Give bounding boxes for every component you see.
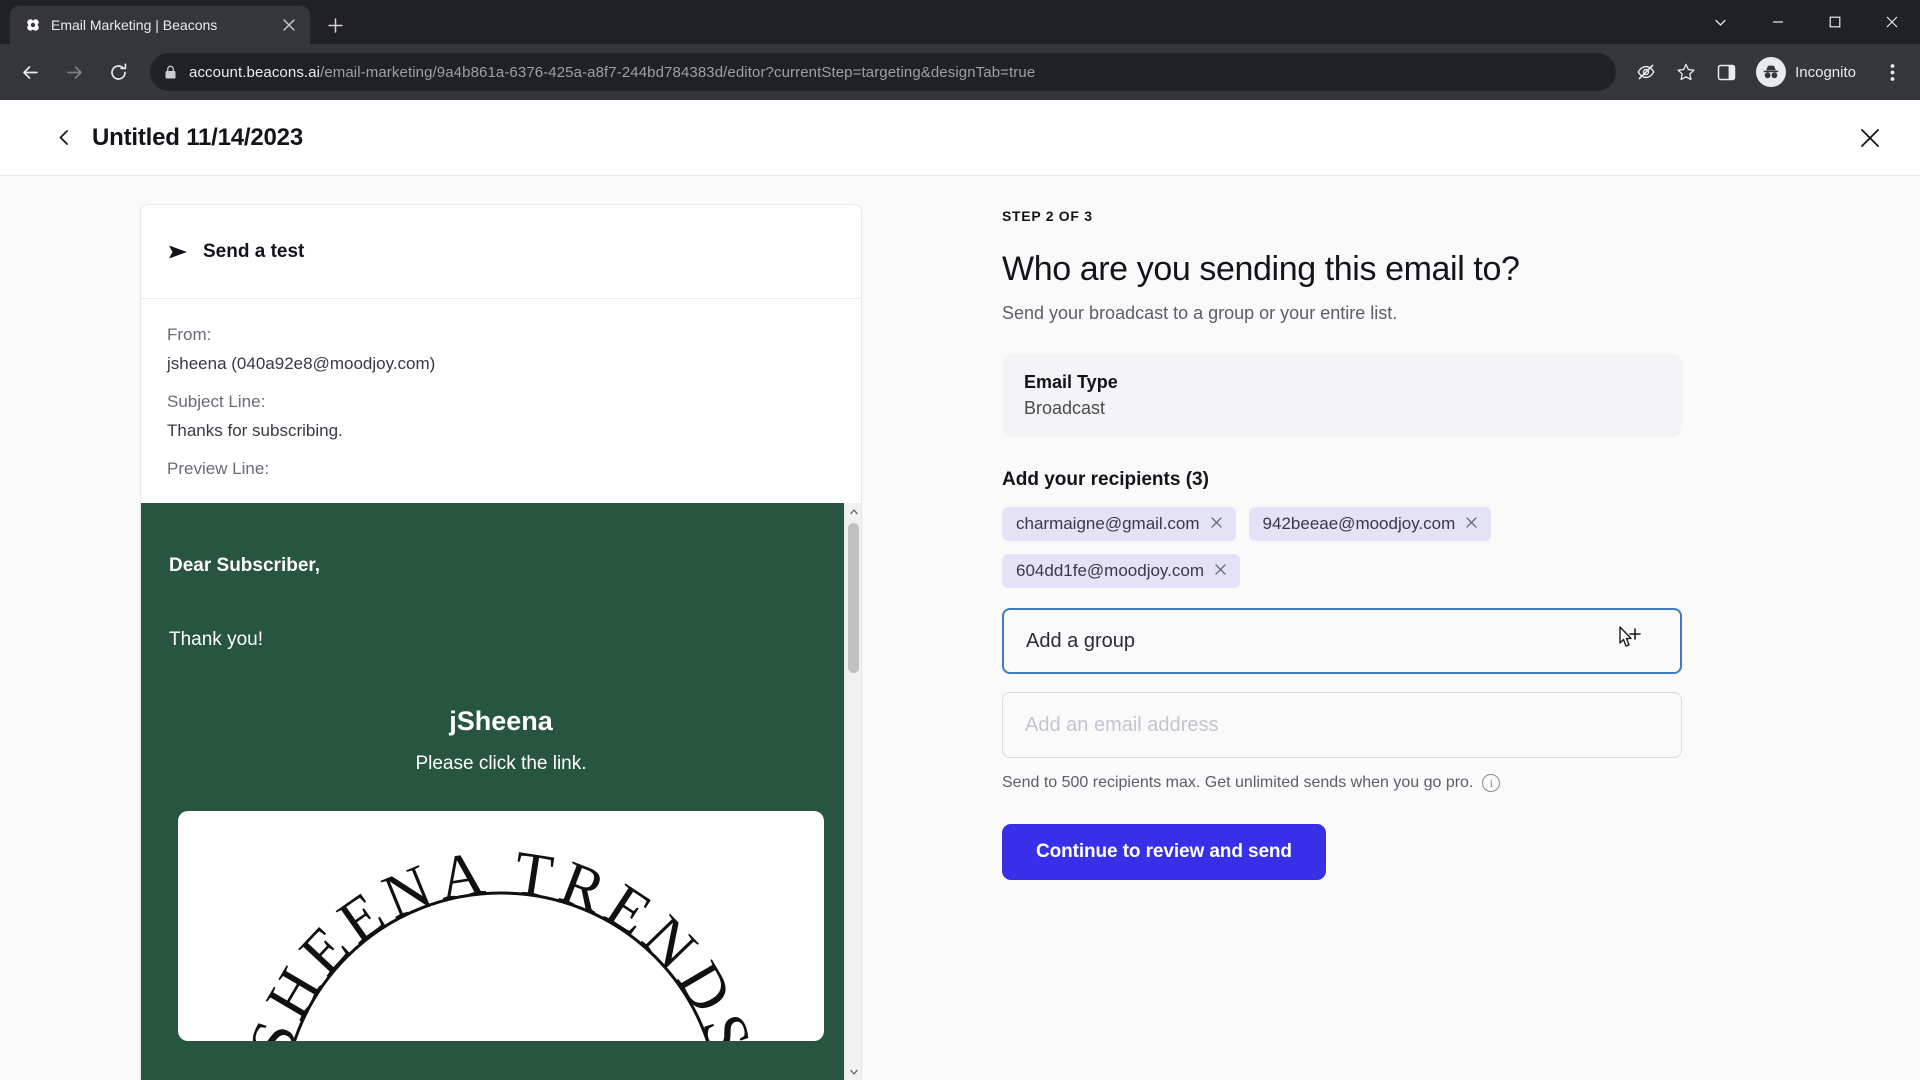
eye-slash-icon[interactable] xyxy=(1628,54,1664,90)
back-chevron-icon[interactable] xyxy=(48,122,80,154)
browser-toolbar: account.beacons.ai/email-marketing/9a4b8… xyxy=(0,44,1920,100)
window-controls xyxy=(1692,0,1920,44)
subject-label: Subject Line: xyxy=(167,391,266,411)
recipient-chip-list: charmaigne@gmail.com 942beeae@moodjoy.co… xyxy=(1002,507,1692,588)
email-preview-scrollbar[interactable] xyxy=(844,503,861,1080)
reload-icon[interactable] xyxy=(98,52,138,92)
web-page: Untitled 11/14/2023 Send a test From: js… xyxy=(0,100,1920,1080)
close-x-icon[interactable] xyxy=(1850,118,1890,158)
step-indicator: STEP 2 OF 3 xyxy=(1002,208,1093,224)
tab-close-icon[interactable] xyxy=(278,14,300,36)
profile-incognito-chip[interactable]: Incognito xyxy=(1752,54,1870,90)
three-dot-menu-icon[interactable] xyxy=(1874,54,1910,90)
preview-line-label: Preview Line: xyxy=(167,458,270,478)
minimize-icon[interactable] xyxy=(1749,0,1806,44)
url-path: /email-marketing/9a4b861a-6376-425a-a8f7… xyxy=(320,63,1036,81)
email-body-preview: Dear Subscriber, Thank you! jSheena Plea… xyxy=(141,503,861,1080)
add-an-email-address-input[interactable]: Add an email address xyxy=(1002,692,1682,758)
new-tab-plus-icon[interactable] xyxy=(318,8,352,42)
scroll-up-arrow-icon[interactable] xyxy=(845,503,861,520)
chip-remove-icon[interactable] xyxy=(1210,516,1222,532)
recipient-chip[interactable]: 604dd1fe@moodjoy.com xyxy=(1002,554,1240,588)
page-title: Untitled 11/14/2023 xyxy=(92,123,303,151)
targeting-title: Who are you sending this email to? xyxy=(1002,250,1520,288)
info-circle-icon[interactable]: i xyxy=(1482,774,1501,792)
email-logo-image: SHEENA TRENDS xyxy=(178,811,824,1042)
back-arrow-icon[interactable] xyxy=(10,52,50,92)
email-meta-block: From: jsheena (040a92e8@moodjoy.com) Sub… xyxy=(141,299,861,503)
mouse-cursor-pointer-icon xyxy=(1614,624,1644,658)
email-type-label: Email Type xyxy=(1024,372,1118,392)
recipient-email: charmaigne@gmail.com xyxy=(1016,514,1200,533)
send-a-test-button[interactable]: Send a test xyxy=(141,205,861,299)
svg-text:SHEENA TRENDS: SHEENA TRENDS xyxy=(236,839,766,1041)
recipient-email: 942beeae@moodjoy.com xyxy=(1262,514,1456,533)
url-domain: account.beacons.ai xyxy=(189,63,321,81)
subject-value: Thanks for subscribing. xyxy=(167,420,343,440)
window-close-icon[interactable] xyxy=(1863,0,1920,44)
from-value: jsheena (040a92e8@moodjoy.com) xyxy=(167,353,436,373)
star-icon[interactable] xyxy=(1668,54,1704,90)
add-a-group-placeholder: Add a group xyxy=(1026,629,1135,652)
helper-text: Send to 500 recipients max. Get unlimite… xyxy=(1002,774,1474,791)
address-bar[interactable]: account.beacons.ai/email-marketing/9a4b8… xyxy=(150,53,1617,91)
recipients-heading: Add your recipients (3) xyxy=(1002,469,1209,490)
email-preview-card: Send a test From: jsheena (040a92e8@mood… xyxy=(140,204,862,1080)
recipients-helper-text: Send to 500 recipients max. Get unlimite… xyxy=(1002,774,1692,792)
forward-arrow-icon[interactable] xyxy=(54,52,94,92)
email-greeting: Dear Subscriber, xyxy=(169,555,321,577)
continue-to-review-and-send-button[interactable]: Continue to review and send xyxy=(1002,824,1326,880)
side-panel-icon[interactable] xyxy=(1708,54,1744,90)
recipient-chip[interactable]: 942beeae@moodjoy.com xyxy=(1248,507,1492,541)
targeting-panel: STEP 2 OF 3 Who are you sending this ema… xyxy=(1002,176,1920,1080)
tab-strip: Email Marketing | Beacons xyxy=(0,0,1920,44)
email-preview-column: Send a test From: jsheena (040a92e8@mood… xyxy=(0,176,1002,1080)
email-thanks-text: Thank you! xyxy=(169,629,263,651)
scroll-down-arrow-icon[interactable] xyxy=(845,1063,861,1080)
incognito-hat-glasses-icon xyxy=(1756,57,1787,87)
editor-header: Untitled 11/14/2023 xyxy=(0,100,1920,176)
chip-remove-icon[interactable] xyxy=(1466,516,1477,532)
beacons-favicon-icon xyxy=(24,17,41,34)
from-label: From: xyxy=(167,325,212,344)
maximize-icon[interactable] xyxy=(1806,0,1863,44)
email-cta-text: Please click the link. xyxy=(415,753,587,775)
recipient-chip[interactable]: charmaigne@gmail.com xyxy=(1002,507,1236,541)
email-type-card[interactable]: Email Type Broadcast xyxy=(1002,354,1682,437)
chip-remove-icon[interactable] xyxy=(1215,563,1226,579)
tab-title: Email Marketing | Beacons xyxy=(51,17,218,33)
send-a-test-label: Send a test xyxy=(203,240,305,262)
paper-plane-icon xyxy=(167,241,189,263)
add-a-group-input[interactable]: Add a group xyxy=(1002,608,1682,674)
targeting-subtitle: Send your broadcast to a group or your e… xyxy=(1002,303,1398,323)
email-type-value: Broadcast xyxy=(1024,398,1106,418)
address-bar-url: account.beacons.ai/email-marketing/9a4b8… xyxy=(189,64,1035,81)
browser-tab[interactable]: Email Marketing | Beacons xyxy=(10,6,310,44)
recipient-email: 604dd1fe@moodjoy.com xyxy=(1016,561,1204,580)
editor-content: Send a test From: jsheena (040a92e8@mood… xyxy=(0,176,1920,1080)
add-an-email-placeholder: Add an email address xyxy=(1025,713,1219,736)
chevron-down-icon[interactable] xyxy=(1692,0,1749,44)
site-info-lock-icon[interactable] xyxy=(164,65,177,80)
scrollbar-thumb[interactable] xyxy=(848,523,859,674)
profile-label: Incognito xyxy=(1795,63,1856,81)
email-brand-name: jSheena xyxy=(449,706,553,737)
browser-window: Email Marketing | Beacons account.beacon… xyxy=(0,0,1920,1080)
